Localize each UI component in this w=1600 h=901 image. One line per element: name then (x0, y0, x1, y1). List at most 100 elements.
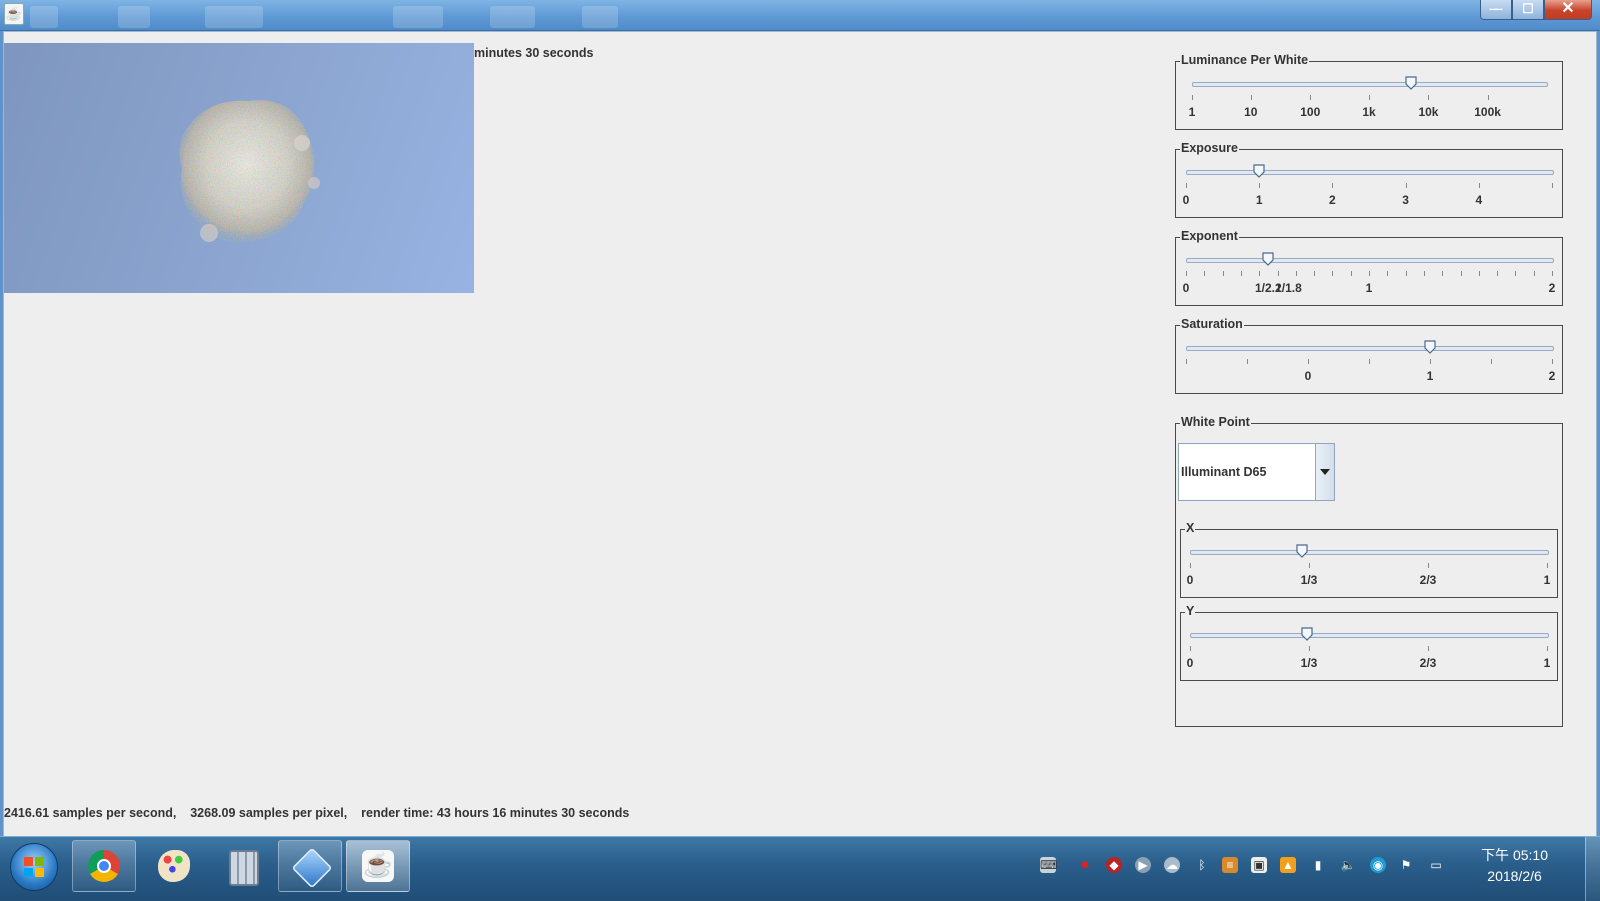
white-point-x-tick-label: 1/3 (1300, 573, 1318, 587)
exponent-tick (1222, 271, 1224, 276)
exposure-tick-label: 0 (1182, 193, 1190, 207)
white-point-x-tick-label: 2/3 (1419, 573, 1437, 587)
main-window: minutes 30 seconds 2416.61 samples per s… (3, 31, 1597, 838)
exposure-tick (1186, 183, 1187, 188)
luminance-tick (1487, 95, 1489, 100)
exposure-slider-track[interactable] (1186, 170, 1554, 175)
minimize-icon: — (1489, 1, 1503, 16)
exposure-tick (1552, 183, 1553, 188)
taskbar: ☕ ⌨ ✸ ◆ ▶ ☁ ᛒ ≡ ▣ ▲ ▮ 🔈 ◉ ⚑ ▭ 下午 05:10 2… (0, 836, 1600, 901)
exponent-tick (1515, 271, 1517, 276)
white-point-y-slider-thumb[interactable] (1301, 627, 1314, 641)
windows-logo-icon (24, 857, 44, 877)
clock-time: 下午 05:10 (1481, 847, 1548, 863)
tray-app-icon[interactable]: ◆ (1106, 857, 1122, 873)
java-app-icon[interactable]: ☕ (4, 3, 24, 25)
luminance-tick (1192, 95, 1193, 100)
tray-app-icon[interactable]: ▣ (1251, 857, 1267, 873)
saturation-title: Saturation (1180, 317, 1244, 331)
network-icon[interactable]: ▭ (1428, 857, 1444, 873)
taskbar-virtualbox[interactable] (278, 840, 342, 892)
white-point-x-tick (1428, 563, 1429, 568)
saturation-tick (1491, 359, 1492, 364)
white-point-x-slider-track[interactable] (1190, 550, 1549, 555)
luminance-tick-label: 100k (1474, 105, 1501, 119)
chevron-down-icon[interactable] (1315, 444, 1334, 500)
white-point-y-tick-label: 2/3 (1419, 656, 1437, 670)
white-point-y-tick (1308, 646, 1310, 651)
exposure-tick-label: 4 (1475, 193, 1483, 207)
white-point-y-tick-label: 1/3 (1300, 656, 1318, 670)
saturation-tick-label: 2 (1548, 369, 1556, 383)
tray-app-icon[interactable]: ✸ (1077, 857, 1093, 873)
saturation-tick-label: 0 (1304, 369, 1312, 383)
saturation-group: Saturation 0 1 2 (1175, 317, 1563, 394)
white-point-selected: Illuminant D65 (1181, 465, 1267, 479)
white-point-y-slider-track[interactable] (1190, 633, 1549, 638)
tray-app-icon[interactable]: ▲ (1280, 857, 1296, 873)
white-point-dropdown[interactable]: Illuminant D65 (1178, 443, 1335, 501)
exposure-tick (1332, 183, 1334, 188)
keyboard-icon[interactable]: ⌨ (1040, 857, 1057, 873)
white-point-y-tick (1547, 646, 1548, 651)
white-point-y-tick-label: 0 (1186, 656, 1194, 670)
exposure-group: Exposure 0 1 2 3 4 (1175, 141, 1563, 218)
virtualbox-icon (291, 847, 333, 889)
render-image (179, 100, 320, 243)
volume-icon[interactable]: 🔈 (1340, 857, 1356, 873)
maximize-button[interactable]: ☐ (1512, 0, 1544, 20)
top-status-text: minutes 30 seconds (474, 46, 594, 60)
saturation-tick (1369, 359, 1370, 364)
taskbar-java[interactable]: ☕ (346, 840, 410, 892)
clock-date: 2018/2/6 (1487, 868, 1542, 884)
exponent-tick (1405, 271, 1407, 276)
exposure-slider-thumb[interactable] (1253, 164, 1265, 178)
render-preview (4, 43, 474, 293)
background-desktop-icon (393, 6, 443, 28)
exponent-tick (1204, 271, 1206, 276)
saturation-slider-track[interactable] (1186, 346, 1554, 351)
taskbar-paint[interactable] (142, 840, 206, 892)
exponent-tick-label: 2 (1548, 281, 1556, 295)
wifi-icon[interactable]: ◉ (1370, 857, 1386, 873)
luminance-slider-track[interactable] (1192, 82, 1548, 87)
exponent-tick-label: 0 (1182, 281, 1190, 295)
white-point-y-tick (1190, 646, 1191, 651)
paint-icon (158, 850, 190, 882)
taskbar-calculator[interactable] (210, 840, 274, 892)
taskbar-chrome[interactable] (72, 840, 136, 892)
luminance-slider-thumb[interactable] (1405, 76, 1418, 90)
close-button[interactable]: ✕ (1544, 0, 1592, 20)
saturation-tick (1430, 359, 1431, 364)
white-point-title: White Point (1180, 415, 1251, 429)
exponent-tick (1314, 271, 1316, 276)
media-icon[interactable]: ▶ (1135, 857, 1151, 873)
white-point-x-tick (1190, 563, 1191, 568)
white-point-y-group: Y 0 1/3 2/3 1 (1180, 604, 1558, 681)
exponent-slider-track[interactable] (1186, 258, 1554, 263)
exponent-tick (1295, 271, 1297, 276)
flag-icon[interactable]: ⚑ (1398, 857, 1414, 873)
exponent-tick (1442, 271, 1444, 276)
cloud-object (179, 100, 320, 243)
cloud-icon[interactable]: ☁ (1164, 857, 1180, 873)
luminance-group: Luminance Per White 1 10 100 1k 10k 100k (1175, 53, 1563, 130)
minimize-button[interactable]: — (1480, 0, 1512, 20)
exposure-tick-label: 2 (1329, 193, 1336, 207)
maximize-icon: ☐ (1522, 1, 1534, 16)
show-desktop-button[interactable] (1585, 837, 1600, 901)
luminance-tick (1428, 95, 1430, 100)
usb-icon[interactable]: ▮ (1310, 857, 1326, 873)
exposure-tick-label: 1 (1255, 193, 1263, 207)
exponent-tick-label: 1/1.8 (1275, 281, 1302, 295)
tray-app-icon[interactable]: ≡ (1222, 857, 1238, 873)
start-button[interactable] (10, 843, 58, 891)
exponent-slider-thumb[interactable] (1262, 252, 1274, 266)
exponent-tick (1350, 271, 1352, 276)
white-point-x-slider-thumb[interactable] (1296, 544, 1308, 558)
background-desktop-icon (582, 6, 618, 28)
saturation-slider-thumb[interactable] (1424, 340, 1436, 354)
window-titlebar[interactable]: ☕ — ☐ ✕ (0, 0, 1600, 31)
taskbar-clock[interactable]: 下午 05:10 2018/2/6 (1481, 845, 1548, 887)
bluetooth-icon[interactable]: ᛒ (1194, 857, 1210, 873)
